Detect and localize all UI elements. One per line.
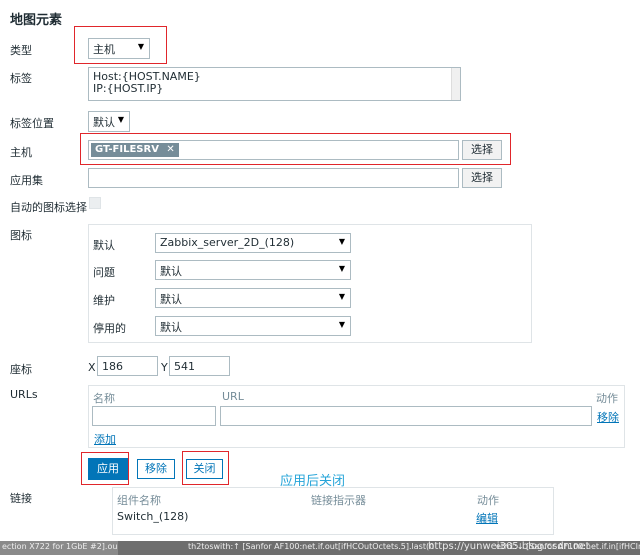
remove-button[interactable]: 移除 xyxy=(137,459,175,479)
urls-header-url: URL xyxy=(222,390,244,403)
chevron-down-icon: ▼ xyxy=(338,292,345,301)
footer-text-mid: th2toswith:↑ [Sanfor AF100:net.if.out[if… xyxy=(188,542,435,551)
link-row-edit[interactable]: 编辑 xyxy=(476,510,498,526)
label-location-label: 标签位置 xyxy=(10,117,54,130)
application-input[interactable] xyxy=(88,168,459,188)
icon-problem-label: 问题 xyxy=(93,266,115,279)
links-label: 链接 xyxy=(10,492,32,505)
auto-icon-checkbox[interactable] xyxy=(89,197,101,209)
icon-problem-value: 默认 xyxy=(160,265,182,278)
links-header-action: 动作 xyxy=(477,494,499,507)
x-input[interactable]: 186 xyxy=(97,356,158,376)
highlight-box-apply xyxy=(81,452,129,485)
icon-disabled-label: 停用的 xyxy=(93,322,126,335)
urls-header-action: 动作 xyxy=(596,392,618,405)
url-remove-link[interactable]: 移除 xyxy=(597,409,619,425)
coordinates-label: 座标 xyxy=(10,363,32,376)
chevron-down-icon: ▼ xyxy=(338,237,345,246)
icons-label: 图标 xyxy=(10,229,32,242)
url-name-input[interactable] xyxy=(92,406,216,426)
label-location-value: 默认 xyxy=(93,116,115,129)
icon-maintenance-value: 默认 xyxy=(160,293,182,306)
urls-label: URLs xyxy=(10,388,38,401)
links-header-indicator: 链接指示器 xyxy=(311,494,366,507)
url-add-link[interactable]: 添加 xyxy=(94,431,116,447)
icon-maintenance-label: 维护 xyxy=(93,294,115,307)
links-header-element: 组件名称 xyxy=(117,494,161,507)
highlight-box-host xyxy=(80,133,511,165)
icon-disabled-value: 默认 xyxy=(160,321,182,334)
label-label: 标签 xyxy=(10,72,32,85)
highlight-box-close xyxy=(182,451,229,485)
footer-text-left: ection X722 for 1GbE #2].ou xyxy=(2,542,118,551)
icon-problem-select[interactable]: 默认 ▼ xyxy=(155,260,351,280)
host-label: 主机 xyxy=(10,146,32,159)
link-row-name: Switch_(128) xyxy=(117,510,189,523)
type-label: 类型 xyxy=(10,44,32,57)
background-map-strip: ection X722 for 1GbE #2].ou th2toswith:↑… xyxy=(0,541,640,555)
chevron-down-icon: ▼ xyxy=(338,264,345,273)
label-location-select[interactable]: 默认 ▼ xyxy=(88,111,130,132)
chevron-down-icon: ▼ xyxy=(117,115,124,124)
y-label: Y xyxy=(161,361,168,374)
y-input[interactable]: 541 xyxy=(169,356,230,376)
label-line-2: IP:{HOST.IP} xyxy=(93,82,164,95)
icon-default-select[interactable]: Zabbix_server_2D_(128) ▼ xyxy=(155,233,351,253)
watermark: https://yunwei365.blog.csdn.net xyxy=(428,541,590,552)
chevron-down-icon: ▼ xyxy=(338,320,345,329)
icon-default-label: 默认 xyxy=(93,239,115,252)
icon-default-value: Zabbix_server_2D_(128) xyxy=(160,236,295,249)
urls-header-name: 名称 xyxy=(93,392,115,405)
highlight-box-type xyxy=(74,26,167,64)
icon-disabled-select[interactable]: 默认 ▼ xyxy=(155,316,351,336)
x-label: X xyxy=(88,361,96,374)
dialog-title: 地图元素 xyxy=(10,13,63,28)
auto-icon-label: 自动的图标选择 xyxy=(10,201,87,214)
textarea-scrollbar[interactable] xyxy=(451,68,460,100)
application-select-button[interactable]: 选择 xyxy=(462,168,502,188)
label-textarea[interactable]: Host:{HOST.NAME} IP:{HOST.IP} xyxy=(88,67,461,101)
url-input[interactable] xyxy=(220,406,592,426)
icon-maintenance-select[interactable]: 默认 ▼ xyxy=(155,288,351,308)
application-label: 应用集 xyxy=(10,174,43,187)
